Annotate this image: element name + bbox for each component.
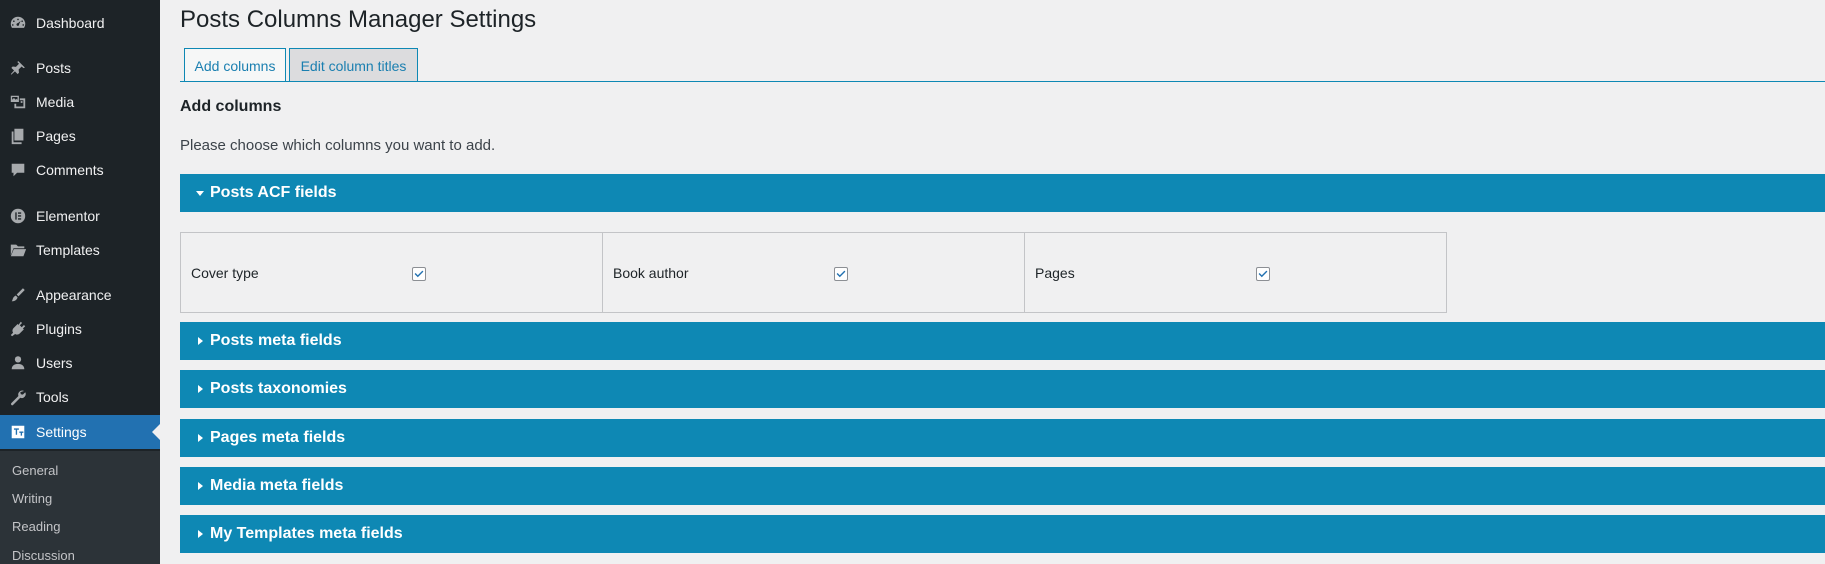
dashboard-icon xyxy=(0,6,36,40)
caret-right-icon xyxy=(190,433,210,443)
accordion-label: Media meta fields xyxy=(210,477,344,494)
sidebar-item-dashboard[interactable]: Dashboard xyxy=(0,6,160,40)
sidebar-item-pages[interactable]: Pages xyxy=(0,119,160,153)
section-heading: Add columns xyxy=(180,98,282,115)
tab-edit-column-titles[interactable]: Edit column titles xyxy=(289,48,418,82)
sidebar-item-label: Posts xyxy=(36,60,72,76)
pin-icon xyxy=(0,51,36,85)
comment-icon xyxy=(0,153,36,187)
folder-icon xyxy=(0,233,36,267)
sidebar-item-label: Media xyxy=(36,94,75,110)
caret-right-icon xyxy=(190,384,210,394)
sidebar-item-media[interactable]: Media xyxy=(0,85,160,119)
settings-submenu: General Writing Reading Discussion xyxy=(0,451,160,564)
tab-divider xyxy=(180,81,1825,82)
accordion-label: Posts meta fields xyxy=(210,332,342,349)
sidebar-item-label: Templates xyxy=(36,242,100,258)
pages-checkbox[interactable] xyxy=(1256,267,1270,281)
accordion-label: Pages meta fields xyxy=(210,429,346,446)
sidebar-item-label: Plugins xyxy=(36,321,82,337)
plug-icon xyxy=(0,312,36,346)
elementor-icon xyxy=(0,199,36,233)
cover-type-checkbox[interactable] xyxy=(412,267,426,281)
accordion-my-templates-meta-fields[interactable]: My Templates meta fields xyxy=(180,515,1825,553)
book-author-checkbox[interactable] xyxy=(834,267,848,281)
submenu-item-general[interactable]: General xyxy=(12,463,58,478)
sidebar-item-label: Appearance xyxy=(36,287,112,303)
field-label: Book author xyxy=(613,264,689,281)
sidebar-item-comments[interactable]: Comments xyxy=(0,153,160,187)
admin-sidebar: Dashboard Posts Media Pages Comments Ele… xyxy=(0,0,160,564)
checkmark-icon xyxy=(836,270,846,278)
caret-right-icon xyxy=(190,336,210,346)
submenu-item-writing[interactable]: Writing xyxy=(12,491,52,506)
field-label: Cover type xyxy=(191,264,259,281)
sidebar-item-tools[interactable]: Tools xyxy=(0,380,160,414)
sidebar-item-label: Pages xyxy=(36,128,76,144)
accordion-label: Posts taxonomies xyxy=(210,380,347,397)
accordion-posts-taxonomies[interactable]: Posts taxonomies xyxy=(180,370,1825,408)
sidebar-item-posts[interactable]: Posts xyxy=(0,51,160,85)
section-description: Please choose which columns you want to … xyxy=(180,137,496,154)
checkmark-icon xyxy=(1258,270,1268,278)
tab-add-columns[interactable]: Add columns xyxy=(184,48,286,82)
page-title: Posts Columns Manager Settings xyxy=(180,6,537,33)
sidebar-item-label: Dashboard xyxy=(36,15,105,31)
accordion-posts-meta-fields[interactable]: Posts meta fields xyxy=(180,322,1825,360)
submenu-item-discussion[interactable]: Discussion xyxy=(12,548,75,563)
sidebar-item-users[interactable]: Users xyxy=(0,346,160,380)
submenu-item-reading[interactable]: Reading xyxy=(12,519,60,534)
sidebar-item-plugins[interactable]: Plugins xyxy=(0,312,160,346)
user-icon xyxy=(0,346,36,380)
sidebar-item-label: Settings xyxy=(36,424,87,440)
field-cell-cover-type: Cover type xyxy=(181,233,603,312)
pages-icon xyxy=(0,119,36,153)
caret-right-icon xyxy=(190,529,210,539)
sidebar-item-elementor[interactable]: Elementor xyxy=(0,199,160,233)
wrench-icon xyxy=(0,380,36,414)
acf-fields-table: Cover type Book author Pages xyxy=(180,232,1447,313)
accordion-label: My Templates meta fields xyxy=(210,525,403,542)
media-icon xyxy=(0,85,36,119)
sidebar-item-label: Comments xyxy=(36,162,104,178)
accordion-media-meta-fields[interactable]: Media meta fields xyxy=(180,467,1825,505)
sidebar-item-appearance[interactable]: Appearance xyxy=(0,278,160,312)
caret-down-icon xyxy=(190,188,210,198)
caret-right-icon xyxy=(190,481,210,491)
accordion-label: Posts ACF fields xyxy=(210,184,337,201)
accordion-pages-meta-fields[interactable]: Pages meta fields xyxy=(180,419,1825,457)
settings-icon xyxy=(0,415,36,449)
sidebar-item-templates[interactable]: Templates xyxy=(0,233,160,267)
sidebar-item-label: Users xyxy=(36,355,73,371)
sidebar-item-label: Elementor xyxy=(36,208,100,224)
sidebar-item-settings[interactable]: Settings xyxy=(0,415,160,449)
field-cell-book-author: Book author xyxy=(603,233,1025,312)
field-label: Pages xyxy=(1035,264,1075,281)
checkmark-icon xyxy=(414,270,424,278)
brush-icon xyxy=(0,278,36,312)
accordion-posts-acf-fields[interactable]: Posts ACF fields xyxy=(180,174,1825,212)
sidebar-item-label: Tools xyxy=(36,389,69,405)
field-cell-pages: Pages xyxy=(1025,233,1446,312)
